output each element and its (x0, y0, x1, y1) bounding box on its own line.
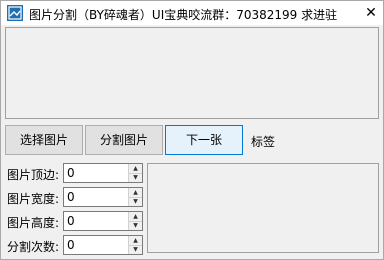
spin-down-icon[interactable]: ▼ (129, 173, 142, 182)
height-label: 图片高度: (7, 216, 60, 230)
app-window: 图片分割（BY碎魂者）UI宝典咬流群：70382199 求进驻 ✕ 选择图片 分… (0, 0, 384, 260)
top-edge-input[interactable]: 0 ▲ ▼ (63, 163, 143, 183)
output-panel (147, 163, 379, 253)
spin-down-icon[interactable]: ▼ (129, 221, 142, 230)
spin-down-icon[interactable]: ▼ (129, 197, 142, 206)
height-stepper[interactable]: ▲ ▼ (128, 212, 142, 230)
title-bar[interactable]: 图片分割（BY碎魂者）UI宝典咬流群：70382199 求进驻 ✕ (1, 1, 383, 25)
close-icon: ✕ (365, 5, 377, 21)
width-value: 0 (67, 190, 75, 204)
split-count-label: 分割次数: (7, 240, 60, 254)
height-input[interactable]: 0 ▲ ▼ (63, 211, 143, 231)
top-edge-value: 0 (67, 166, 75, 180)
window-title: 图片分割（BY碎魂者）UI宝典咬流群：70382199 求进驻 (29, 8, 338, 22)
select-image-button[interactable]: 选择图片 (5, 125, 83, 155)
tag-label: 标签 (251, 135, 276, 149)
top-edge-label: 图片顶边: (7, 168, 60, 182)
width-stepper[interactable]: ▲ ▼ (128, 188, 142, 206)
split-count-stepper[interactable]: ▲ ▼ (128, 236, 142, 254)
spin-down-icon[interactable]: ▼ (129, 245, 142, 254)
split-count-input[interactable]: 0 ▲ ▼ (63, 235, 143, 255)
top-edge-stepper[interactable]: ▲ ▼ (128, 164, 142, 182)
close-button[interactable]: ✕ (359, 1, 383, 25)
height-value: 0 (67, 214, 75, 228)
image-preview-panel (5, 27, 379, 119)
app-logo-icon (7, 5, 23, 21)
width-label: 图片宽度: (7, 192, 60, 206)
split-image-button[interactable]: 分割图片 (85, 125, 163, 155)
split-count-value: 0 (67, 238, 75, 252)
width-input[interactable]: 0 ▲ ▼ (63, 187, 143, 207)
next-image-button[interactable]: 下一张 (165, 125, 243, 155)
